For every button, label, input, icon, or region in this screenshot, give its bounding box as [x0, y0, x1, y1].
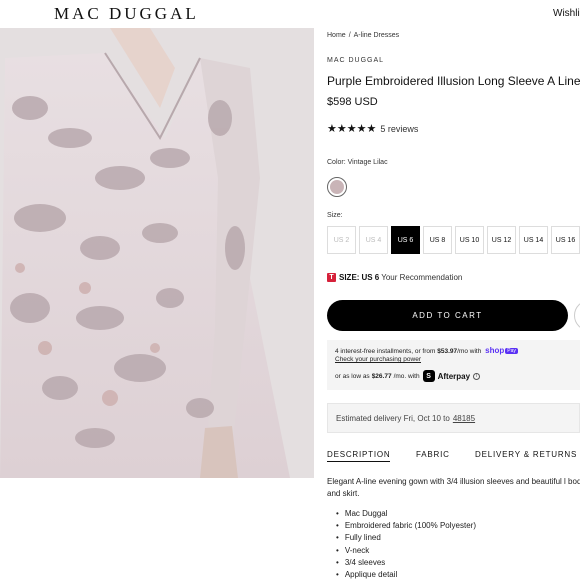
fit-size-label: SIZE:: [339, 273, 360, 282]
detail-item: Mac Duggal: [336, 508, 476, 520]
size-recommendation[interactable]: T SIZE: US 6 Your Recommendation: [327, 273, 462, 282]
size-option-us-16[interactable]: US 16: [551, 226, 580, 254]
detail-item: 3/4 sleeves: [336, 557, 476, 569]
size-option-us-10[interactable]: US 10: [455, 226, 484, 254]
size-option-us-12[interactable]: US 12: [487, 226, 516, 254]
detail-item: Embroidered fabric (100% Polyester): [336, 520, 476, 532]
shop-pay-text-mid: /mo with: [457, 348, 482, 355]
product-rating[interactable]: ★★★★★ 5 reviews: [327, 122, 418, 135]
afterpay-icon: S: [422, 370, 435, 382]
size-selector: US 2 US 4 US 6 US 8 US 10 US 12 US 14 US…: [327, 226, 580, 254]
shop-pay-installments: 4 interest-free installments, or from $5…: [335, 346, 518, 355]
afterpay-amount: $26.77: [371, 372, 392, 380]
product-title: Purple Embroidered Illusion Long Sleeve …: [327, 74, 580, 88]
swatch-color-fill: [330, 180, 344, 194]
afterpay-text-mid: /mo. with: [393, 372, 420, 380]
product-info-panel: Home / A-line Dresses MAC DUGGAL Purple Em…: [327, 0, 580, 580]
breadcrumb-separator: /: [348, 32, 351, 39]
shop-pay-logo: shop: [485, 346, 505, 355]
detail-item: Applique detail: [336, 569, 476, 580]
info-icon[interactable]: i: [473, 372, 481, 380]
reviews-link[interactable]: 5 reviews: [380, 124, 418, 134]
size-option-us-6[interactable]: US 6: [391, 226, 420, 254]
add-to-cart-button[interactable]: ADD TO CART: [327, 300, 568, 331]
breadcrumb: Home / A-line Dresses: [327, 32, 399, 39]
breadcrumb-category[interactable]: A-line Dresses: [354, 32, 400, 39]
afterpay-text: or as low as: [335, 372, 370, 380]
delivery-estimate: Estimated delivery Fri, Oct 10 to 48185: [327, 403, 580, 433]
fit-note: Your Recommendation: [381, 273, 463, 282]
gown-illustration: [0, 28, 314, 478]
color-label: Color: Vintage Lilac: [327, 159, 388, 166]
purchasing-power-link[interactable]: Check your purchasing power: [335, 356, 421, 363]
shop-pay-amount: $53.97: [437, 348, 458, 355]
breadcrumb-home[interactable]: Home: [327, 32, 346, 39]
product-details-list: Mac Duggal Embroidered fabric (100% Poly…: [336, 508, 476, 580]
tab-fabric[interactable]: FABRIC: [416, 450, 450, 459]
size-label: Size:: [327, 212, 343, 219]
afterpay-installments: or as low as $26.77 /mo. with S Afterpay…: [335, 370, 481, 382]
true-fit-icon: T: [327, 273, 336, 282]
size-option-us-8[interactable]: US 8: [423, 226, 452, 254]
color-swatch-vintage-lilac[interactable]: [327, 177, 347, 197]
brand-logo[interactable]: MAC DUGGAL: [54, 4, 199, 24]
detail-item: Fully lined: [336, 532, 476, 544]
product-price: $598 USD: [327, 96, 378, 108]
wishlist-heart-button[interactable]: [574, 300, 580, 331]
size-option-us-14[interactable]: US 14: [519, 226, 548, 254]
star-rating-icon: ★★★★★: [327, 123, 377, 135]
shop-pay-chip: Pay: [505, 348, 518, 354]
afterpay-logo: Afterpay: [437, 371, 471, 381]
detail-item: V-neck: [336, 545, 476, 557]
zip-code-link[interactable]: 48185: [453, 414, 475, 423]
fit-size-value: US 6: [361, 273, 380, 282]
delivery-text: Estimated delivery Fri, Oct 10 to: [336, 413, 450, 423]
payment-options: 4 interest-free installments, or from $5…: [327, 340, 580, 390]
tab-delivery-returns[interactable]: DELIVERY & RETURNS: [475, 450, 577, 459]
product-description: Elegant A-line evening gown with 3/4 ill…: [327, 477, 580, 498]
size-option-us-4[interactable]: US 4: [359, 226, 388, 254]
product-image[interactable]: [0, 28, 314, 478]
shop-pay-text: 4 interest-free installments, or from: [335, 348, 436, 355]
product-brand: MAC DUGGAL: [327, 57, 385, 64]
size-option-us-2[interactable]: US 2: [327, 226, 356, 254]
tab-description[interactable]: DESCRIPTION: [327, 450, 391, 462]
